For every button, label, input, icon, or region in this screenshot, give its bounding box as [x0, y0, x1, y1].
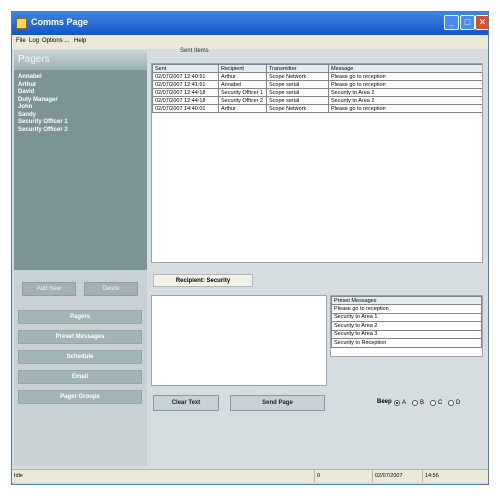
table-row[interactable]: 02/07/2007 14:40:01 Arthur Scope Network…	[152, 104, 482, 113]
preset-message: Security to Reception	[331, 338, 482, 348]
pager-item[interactable]: David	[18, 89, 68, 97]
list-item[interactable]: Security to Area 2	[331, 321, 482, 331]
cell-recipient: Security Officer 1	[218, 88, 267, 97]
add-new-button[interactable]: Add New	[22, 282, 76, 296]
cell-message: Please go to reception	[328, 72, 482, 81]
cell-sent: 02/07/2007 12:41:51	[152, 80, 219, 89]
status-date: 02/07/2007	[372, 470, 420, 482]
pager-item[interactable]: Security Officer 1	[18, 119, 68, 127]
pager-item[interactable]: Security Officer 2	[18, 127, 68, 135]
cell-recipient: Security Officer 2	[218, 96, 267, 105]
menu-help[interactable]: Help	[74, 38, 86, 44]
window-title: Comms Page	[31, 17, 89, 27]
menu-file[interactable]: File	[16, 38, 26, 44]
pager-item[interactable]: Sandy	[18, 112, 68, 120]
col-header-recipient[interactable]: Recipient	[218, 64, 267, 73]
preset-message: Security to Area 1	[331, 312, 482, 322]
sidebar-nav-area: Add New Delete Pagers Preset Messages Sc…	[14, 270, 147, 466]
nav-preset-messages[interactable]: Preset Messages	[18, 330, 142, 344]
nav-email[interactable]: Email	[18, 370, 142, 384]
cell-sent: 02/07/2007 12:44:18	[152, 96, 219, 105]
list-item[interactable]: Please go to reception	[331, 304, 482, 314]
status-count: 0	[314, 470, 370, 482]
beep-option-b[interactable]: B	[412, 398, 424, 407]
nav-schedule[interactable]: Schedule	[18, 350, 142, 364]
col-header-sent[interactable]: Sent	[152, 64, 219, 73]
beep-option-c[interactable]: C	[430, 398, 442, 407]
pager-item[interactable]: Annabel	[18, 74, 68, 82]
cell-transmitter: Scope Network	[266, 104, 329, 113]
pager-item[interactable]: Arthur	[18, 82, 68, 90]
sent-items-table[interactable]: Sent Recipient Transmitter Message 02/07…	[151, 63, 483, 263]
preset-message: Please go to reception	[331, 304, 482, 314]
cell-transmitter: Scope serial	[266, 96, 329, 105]
cell-sent: 02/07/2007 12:40:51	[152, 72, 219, 81]
table-row[interactable]: 02/07/2007 12:44:18 Security Officer 2 S…	[152, 96, 482, 105]
close-button[interactable]: ✕	[475, 15, 488, 30]
pager-item[interactable]: Duty Manager	[18, 97, 68, 105]
table-row[interactable]: 02/07/2007 12:44:18 Security Officer 1 S…	[152, 88, 482, 97]
cell-recipient: Arthur	[218, 104, 267, 113]
radio-icon	[412, 399, 418, 406]
pagers-header: Pagers	[14, 50, 147, 70]
cell-transmitter: Scope serial	[266, 80, 329, 89]
list-item[interactable]: Security to Reception	[331, 338, 482, 348]
delete-button[interactable]: Delete	[84, 282, 138, 296]
preset-messages-list[interactable]: Preset Messages Please go to reception S…	[330, 295, 483, 357]
app-window: Comms Page _ □ ✕ File Log Options ... He…	[11, 11, 489, 485]
nav-pager-groups[interactable]: Pager Groups	[18, 390, 142, 404]
clear-text-button[interactable]: Clear Text	[153, 395, 219, 411]
beep-option-a[interactable]: A	[394, 398, 406, 407]
message-text-area[interactable]	[151, 295, 327, 386]
recipient-label: Recipient: Security	[153, 274, 253, 287]
preset-message: Security to Area 3	[331, 329, 482, 339]
menu-bar: File Log Options ... Help	[12, 35, 488, 49]
beep-label: Beep	[377, 399, 392, 405]
table-row[interactable]: 02/07/2007 12:40:51 Arthur Scope Network…	[152, 72, 482, 81]
beep-option-label: C	[438, 399, 443, 406]
minimize-button[interactable]: _	[444, 15, 459, 30]
nav-pagers[interactable]: Pagers	[18, 310, 142, 324]
cell-recipient: Annabel	[218, 80, 267, 89]
cell-sent: 02/07/2007 12:44:18	[152, 88, 219, 97]
col-header-transmitter[interactable]: Transmitter	[266, 64, 329, 73]
radio-selected-icon	[394, 399, 400, 406]
menu-options[interactable]: Options ...	[42, 38, 69, 44]
pager-list: Annabel Arthur David Duty Manager John S…	[18, 74, 68, 134]
radio-icon	[430, 399, 436, 406]
radio-icon	[448, 399, 454, 406]
pager-item[interactable]: John	[18, 104, 68, 112]
cell-message: Please go to reception	[328, 80, 482, 89]
cell-transmitter: Scope serial	[266, 88, 329, 97]
menu-log[interactable]: Log	[29, 38, 39, 44]
col-header-message[interactable]: Message	[328, 64, 482, 73]
send-page-button[interactable]: Send Page	[230, 395, 325, 411]
list-item[interactable]: Security to Area 3	[331, 329, 482, 339]
beep-option-label: A	[402, 399, 407, 406]
app-icon	[16, 18, 27, 29]
sent-items-label: Sent Items	[180, 48, 209, 54]
beep-option-label: D	[456, 399, 461, 406]
cell-message: Security to Area 2	[328, 96, 482, 105]
preset-message: Security to Area 2	[331, 321, 482, 331]
title-bar[interactable]: Comms Page _ □ ✕	[12, 12, 488, 35]
status-time: 14:56	[422, 470, 462, 482]
status-text: Idle	[14, 473, 23, 479]
cell-message: Please go to reception	[328, 104, 482, 113]
table-row[interactable]: 02/07/2007 12:41:51 Annabel Scope serial…	[152, 80, 482, 89]
beep-option-label: B	[420, 399, 425, 406]
pagers-panel: Pagers Annabel Arthur David Duty Manager…	[14, 50, 147, 270]
status-bar: Idle 0 02/07/2007 14:56	[12, 469, 488, 482]
cell-transmitter: Scope Network	[266, 72, 329, 81]
cell-sent: 02/07/2007 14:40:01	[152, 104, 219, 113]
maximize-button[interactable]: □	[460, 15, 475, 30]
cell-recipient: Arthur	[218, 72, 267, 81]
cell-message: Security to Area 2	[328, 88, 482, 97]
col-header-preset-messages[interactable]: Preset Messages	[331, 296, 482, 305]
beep-option-d[interactable]: D	[448, 398, 460, 407]
list-item[interactable]: Security to Area 1	[331, 312, 482, 322]
